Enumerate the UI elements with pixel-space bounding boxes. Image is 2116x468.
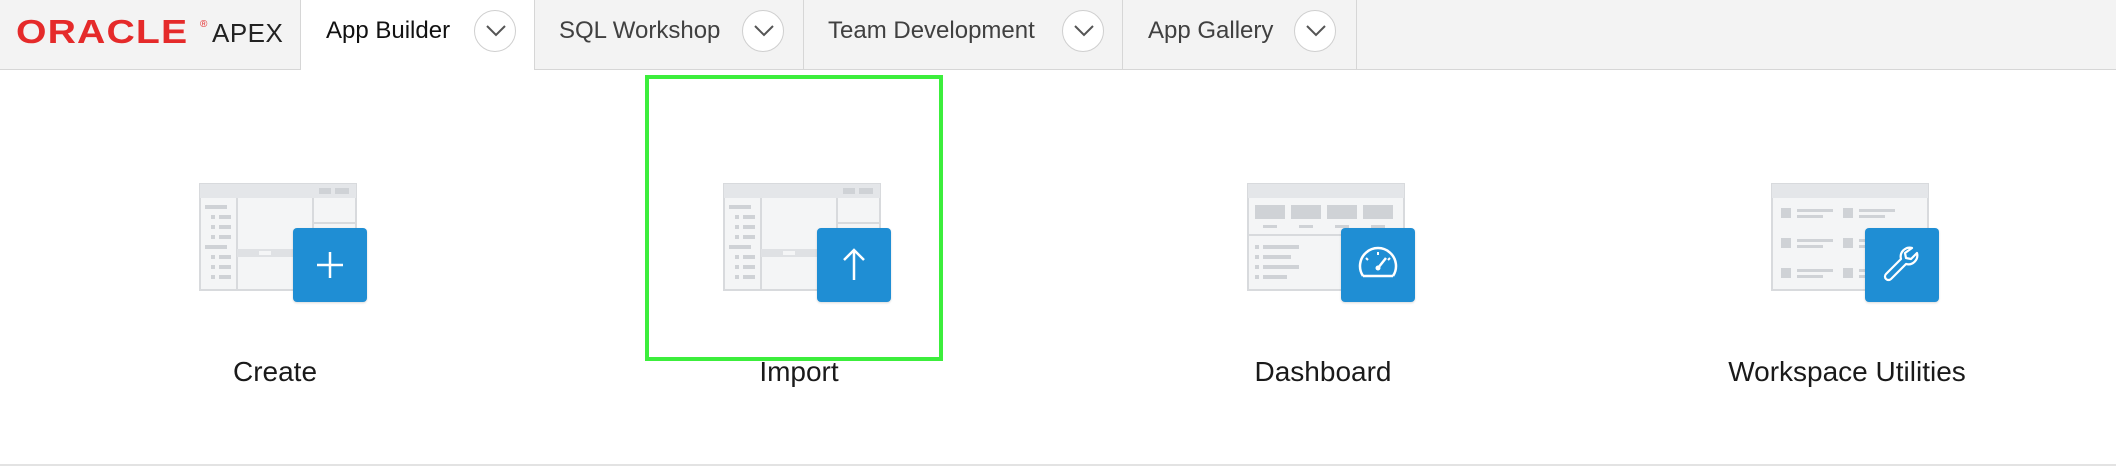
top-navigation-bar: ORACLE ® APEX App Builder SQL Workshop T…	[0, 0, 2116, 71]
chevron-down-icon	[754, 25, 774, 37]
dashboard-badge	[1341, 228, 1415, 302]
team-development-menu-button[interactable]	[1062, 10, 1104, 52]
content-divider	[0, 464, 2116, 466]
create-label: Create	[232, 356, 318, 387]
tab-app-gallery[interactable]: App Gallery	[1123, 0, 1357, 70]
create-badge	[293, 228, 367, 302]
oracle-apex-logo[interactable]: ORACLE ® APEX	[0, 0, 301, 70]
tab-sql-workshop-label: SQL Workshop	[559, 17, 721, 44]
chevron-down-icon	[1306, 25, 1326, 37]
chevron-down-icon	[1074, 25, 1094, 37]
tab-team-development[interactable]: Team Development	[804, 0, 1123, 70]
dashboard-illustration-icon	[1247, 183, 1415, 302]
utilities-illustration-icon	[1771, 183, 1939, 302]
create-tile[interactable]: Create	[18, 70, 538, 466]
speedometer-icon	[1358, 246, 1398, 278]
apex-wordmark: APEX	[212, 18, 284, 48]
app-builder-menu-button[interactable]	[474, 10, 516, 52]
upload-arrow-icon	[843, 248, 865, 280]
app-builder-home: Create Import Dashboard Workspace Utilit…	[0, 70, 2116, 466]
tab-app-builder-label: App Builder	[326, 17, 451, 44]
tab-sql-workshop[interactable]: SQL Workshop	[535, 0, 804, 70]
app-gallery-menu-button[interactable]	[1294, 10, 1336, 52]
import-label: Import	[759, 356, 839, 387]
tab-team-development-label: Team Development	[828, 17, 1035, 44]
import-badge	[817, 228, 891, 302]
oracle-wordmark: ORACLE	[16, 13, 189, 51]
workspace-utilities-badge	[1865, 228, 1939, 302]
workspace-utilities-tile[interactable]: Workspace Utilities	[1590, 70, 2110, 466]
workspace-utilities-label: Workspace Utilities	[1728, 356, 1966, 387]
wrench-icon	[1883, 246, 1919, 282]
page-illustration-icon	[723, 183, 891, 302]
chevron-down-icon	[486, 25, 506, 37]
page-illustration-icon	[199, 183, 367, 302]
import-tile[interactable]: Import	[542, 70, 1062, 466]
tab-app-gallery-label: App Gallery	[1148, 17, 1274, 44]
registered-mark: ®	[200, 19, 208, 30]
dashboard-tile[interactable]: Dashboard	[1066, 70, 1586, 466]
plus-icon	[317, 252, 343, 278]
tab-app-builder[interactable]: App Builder	[301, 0, 535, 71]
dashboard-label: Dashboard	[1254, 356, 1392, 387]
sql-workshop-menu-button[interactable]	[742, 10, 784, 52]
